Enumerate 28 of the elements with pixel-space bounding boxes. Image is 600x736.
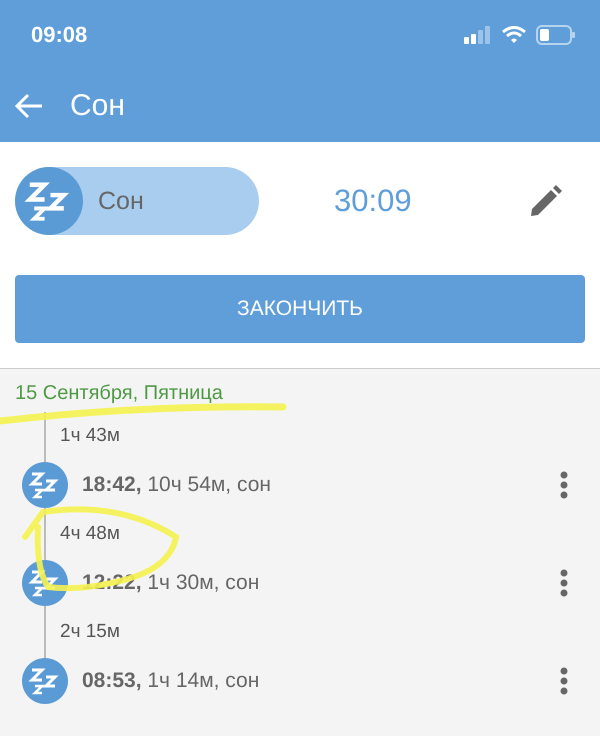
date-heading: 15 Сентября, Пятница — [14, 382, 224, 406]
wifi-icon — [502, 26, 526, 44]
sleep-icon — [15, 167, 83, 235]
back-button[interactable] — [14, 93, 44, 119]
elapsed-timer: 30:09 — [334, 183, 412, 219]
screen-title: Сон — [70, 89, 125, 123]
sleep-icon — [22, 658, 68, 704]
sleep-entry[interactable]: 18:42, 10ч 54м, сон — [82, 473, 271, 497]
more-button[interactable] — [560, 667, 568, 695]
pencil-icon — [529, 184, 563, 218]
interval-label: 2ч 15м — [60, 621, 120, 643]
interval-label: 4ч 48м — [60, 523, 120, 545]
more-button[interactable] — [560, 569, 568, 597]
interval-label: 1ч 43м — [60, 425, 120, 447]
sleep-entry[interactable]: 08:53, 1ч 14м, сон — [82, 669, 260, 693]
edit-button[interactable] — [529, 184, 563, 218]
more-icon — [560, 667, 568, 695]
signal-icon — [464, 26, 492, 44]
status-time: 09:08 — [31, 22, 88, 48]
back-arrow-icon — [14, 93, 44, 119]
sleep-icon — [22, 462, 68, 508]
battery-icon — [536, 25, 576, 45]
more-icon — [560, 471, 568, 499]
more-button[interactable] — [560, 471, 568, 499]
sleep-icon — [22, 560, 68, 606]
activity-toggle[interactable]: Сон — [15, 167, 259, 235]
more-icon — [560, 569, 568, 597]
finish-button[interactable]: ЗАКОНЧИТЬ — [15, 275, 585, 343]
